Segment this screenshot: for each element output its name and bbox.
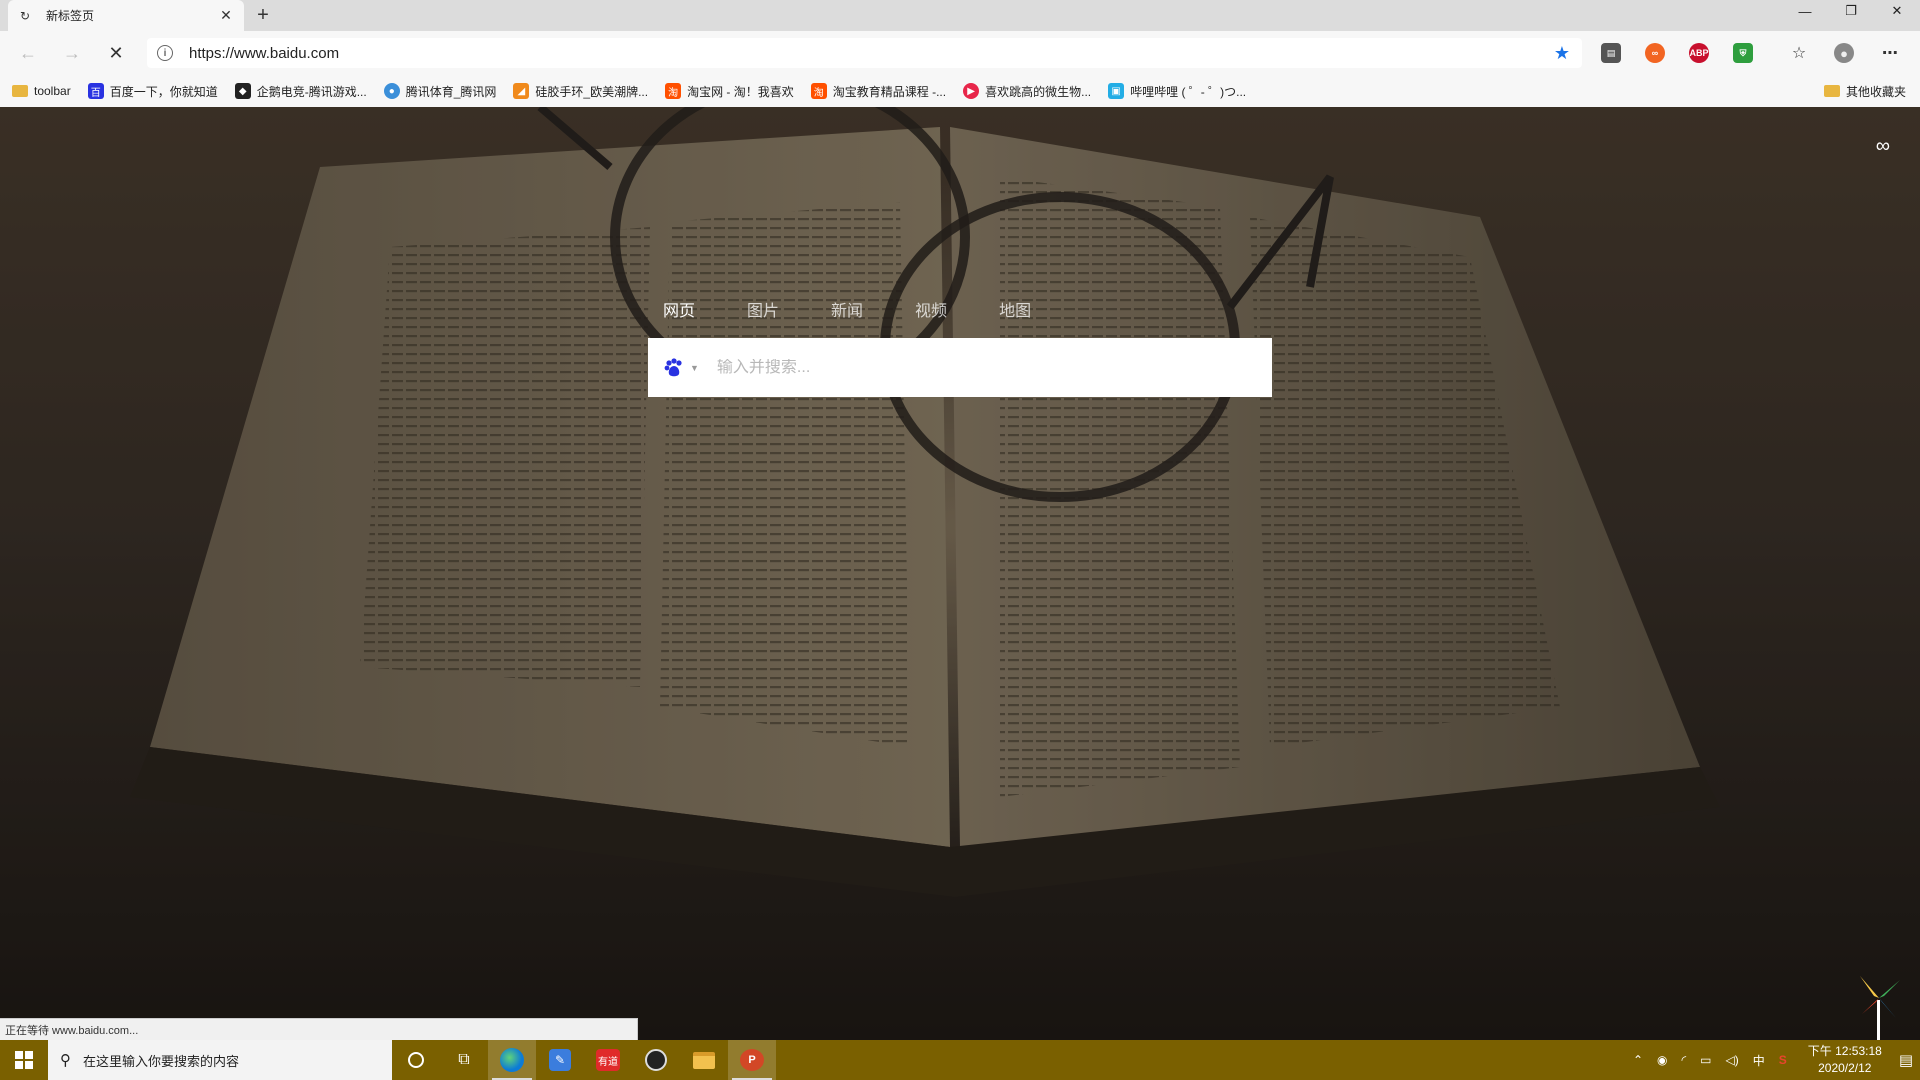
qq-icon[interactable]: ◉ <box>1657 1053 1667 1067</box>
windows-icon <box>15 1051 33 1069</box>
tab-new-tab[interactable]: ↻ 新标签页 ✕ <box>8 0 244 31</box>
task-view-button[interactable]: ⧉ <box>440 1040 488 1080</box>
taskbar-edge[interactable] <box>488 1040 536 1080</box>
task-view-icon: ⧉ <box>458 1051 470 1068</box>
taskbar-file-explorer[interactable] <box>680 1040 728 1080</box>
baidu-icon: 百 <box>87 83 104 99</box>
shield-extension-icon[interactable]: ⛨ <box>1733 43 1753 63</box>
site-info-icon[interactable]: i <box>157 45 173 61</box>
search-tab-news[interactable]: 新闻 <box>831 297 863 321</box>
favorites-icon[interactable]: ☆ <box>1789 43 1809 63</box>
loading-icon: ↻ <box>19 8 31 23</box>
taskbar-youdao[interactable]: 有道 <box>584 1040 632 1080</box>
red-play-icon: ▶ <box>963 83 980 99</box>
notification-icon[interactable]: ▤ <box>1899 1051 1913 1069</box>
bookmark-tencent-sports[interactable]: ● 腾讯体育_腾讯网 <box>383 83 496 100</box>
tab-title: 新标签页 <box>46 9 95 23</box>
bookmarks-bar: toolbar 百 百度一下，你就知道 ◆ 企鹅电竞-腾讯游戏... ● 腾讯体… <box>0 75 1920 107</box>
taskbar-powerpoint[interactable]: P <box>728 1040 776 1080</box>
clock-time: 下午 12:53:18 <box>1807 1044 1882 1058</box>
close-window-button[interactable]: ✕ <box>1874 0 1920 22</box>
edge-icon <box>500 1048 524 1072</box>
adblock-plus-icon[interactable]: ABP <box>1689 43 1709 63</box>
address-bar[interactable]: i https://www.baidu.com ★ <box>147 38 1582 68</box>
cortana-button[interactable] <box>392 1040 440 1080</box>
engine-dropdown-icon[interactable]: ▼ <box>690 363 699 373</box>
search-box: ▼ <box>648 338 1272 397</box>
taskbar-search-box[interactable]: ⚲ 在这里输入你要搜索的内容 <box>48 1040 392 1080</box>
taskbar: ⚲ 在这里输入你要搜索的内容 ⧉ ✎ 有道 P ⌃ ◉ ◜ ▭ ◁) 中 S 下… <box>0 1040 1920 1080</box>
folder-icon <box>693 1051 715 1069</box>
bookmark-microbe[interactable]: ▶ 喜欢跳高的微生物... <box>963 83 1091 100</box>
tab-close-icon[interactable]: ✕ <box>218 7 234 24</box>
search-input[interactable] <box>716 358 1217 377</box>
volume-icon[interactable]: ◁) <box>1726 1053 1739 1067</box>
bookmark-wristband[interactable]: ◢ 硅胶手环_欧美潮牌... <box>513 83 648 100</box>
back-button[interactable]: ← <box>14 39 42 67</box>
status-bar: 正在等待 www.baidu.com... <box>0 1018 638 1040</box>
taskbar-obs[interactable] <box>632 1040 680 1080</box>
youdao-icon: 有道 <box>596 1049 620 1071</box>
bilibili-icon: ▣ <box>1108 83 1125 99</box>
bookmark-egame[interactable]: ◆ 企鹅电竞-腾讯游戏... <box>234 83 367 100</box>
forward-button[interactable]: → <box>58 39 86 67</box>
bookmark-taobao[interactable]: 淘 淘宝网 - 淘！我喜欢 <box>665 83 794 100</box>
url-text[interactable]: https://www.baidu.com <box>189 45 339 62</box>
taobao-edu-icon: 淘 <box>810 83 827 99</box>
open-book-background-image <box>0 107 1920 1040</box>
bookmark-taobao-edu[interactable]: 淘 淘宝教育精品课程 -... <box>810 83 946 100</box>
tencent-sports-icon: ● <box>383 83 400 99</box>
collections-icon[interactable]: ▤ <box>1601 43 1621 63</box>
baidu-paw-icon[interactable] <box>662 356 686 380</box>
orange-icon: ◢ <box>513 83 530 99</box>
penguin-icon: ◆ <box>234 83 251 99</box>
search-tab-map[interactable]: 地图 <box>999 297 1031 321</box>
start-button[interactable] <box>0 1040 48 1080</box>
system-tray: ⌃ ◉ ◜ ▭ ◁) 中 S 下午 12:53:18 2020/2/12 ▤ <box>1626 1040 1920 1080</box>
search-tab-video[interactable]: 视频 <box>915 297 947 321</box>
obs-icon <box>645 1049 667 1071</box>
bookmark-bilibili[interactable]: ▣ 哔哩哔哩 ( ゜- ゜)つ... <box>1108 83 1246 100</box>
ime-indicator[interactable]: 中 <box>1753 1052 1765 1069</box>
folder-icon <box>1823 85 1840 97</box>
powerpoint-icon: P <box>740 1049 764 1071</box>
search-tab-web[interactable]: 网页 <box>663 297 695 321</box>
extension-orange-icon[interactable]: ∞ <box>1645 43 1665 63</box>
more-menu-icon[interactable]: ⋯ <box>1880 43 1900 63</box>
bookmark-toolbar[interactable]: toolbar <box>12 84 71 98</box>
search-icon: ⚲ <box>60 1052 71 1069</box>
pinwheel-icon[interactable] <box>1856 970 1902 1040</box>
bookmark-other-folder[interactable]: 其他收藏夹 <box>1823 75 1906 107</box>
restore-button[interactable]: ❐ <box>1828 0 1874 22</box>
profile-avatar-icon[interactable]: ● <box>1834 43 1854 63</box>
chevron-up-icon[interactable]: ⌃ <box>1633 1053 1643 1067</box>
page-content: ∞ 网页 图片 新闻 视频 地图 ▼ 正在等待 www.baidu.com... <box>0 107 1920 1040</box>
pen-app-icon: ✎ <box>549 1049 571 1071</box>
infinity-icon[interactable]: ∞ <box>1876 135 1890 158</box>
clock-date: 2020/2/12 <box>1818 1061 1872 1075</box>
network-icon[interactable]: ◜ <box>1682 1053 1687 1067</box>
favorite-star-icon[interactable]: ★ <box>1554 43 1570 64</box>
stop-loading-button[interactable]: ✕ <box>102 39 130 67</box>
taskbar-notes-app[interactable]: ✎ <box>536 1040 584 1080</box>
bookmark-baidu[interactable]: 百 百度一下，你就知道 <box>87 83 218 100</box>
search-tab-images[interactable]: 图片 <box>747 297 779 321</box>
taobao-icon: 淘 <box>665 83 682 99</box>
sogou-icon[interactable]: S <box>1779 1053 1787 1067</box>
clock[interactable]: 下午 12:53:18 2020/2/12 <box>1808 1043 1882 1077</box>
title-bar: ↻ 新标签页 ✕ + — ❐ ✕ <box>0 0 1920 31</box>
minimize-button[interactable]: — <box>1782 0 1828 22</box>
folder-icon <box>12 85 28 97</box>
navigation-bar: ← → ✕ i https://www.baidu.com ★ ▤ ∞ ABP … <box>0 31 1920 75</box>
new-tab-button[interactable]: + <box>252 4 274 26</box>
battery-icon[interactable]: ▭ <box>1700 1053 1711 1067</box>
cortana-icon <box>408 1052 424 1068</box>
search-tabs: 网页 图片 新闻 视频 地图 <box>663 297 1083 321</box>
